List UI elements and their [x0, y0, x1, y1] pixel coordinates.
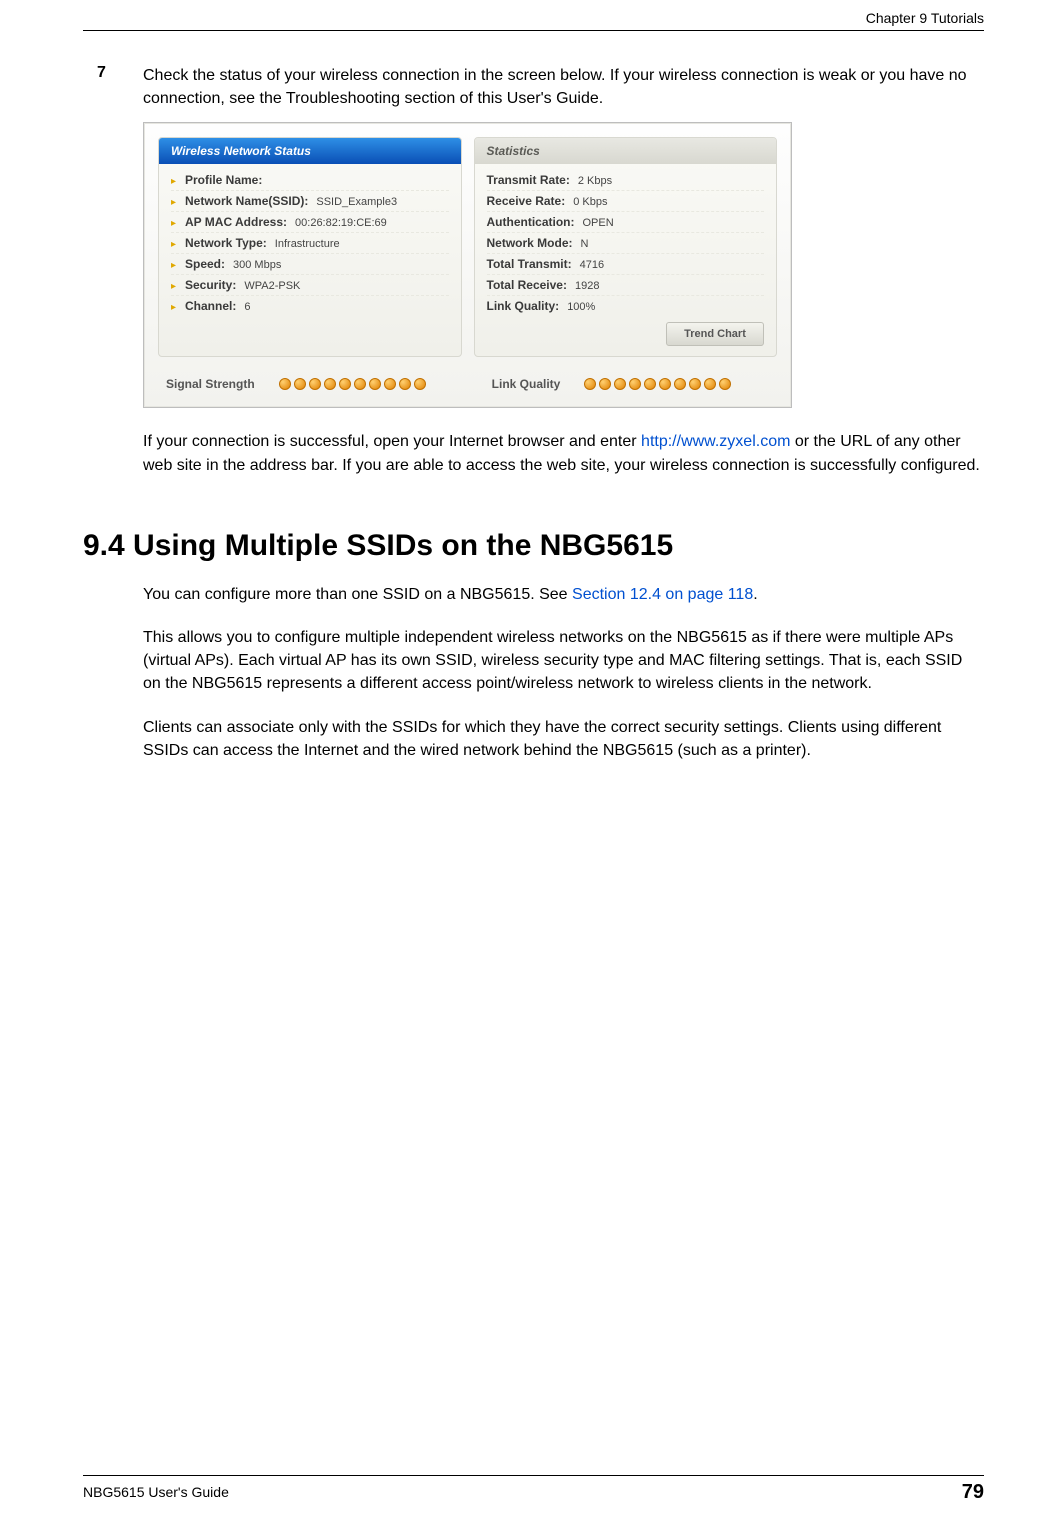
bullet-icon: ▸: [171, 197, 181, 208]
bullet-icon: ▸: [171, 176, 181, 187]
meter-dot-icon: [354, 378, 366, 390]
meter-dot-icon: [369, 378, 381, 390]
row-value: Infrastructure: [275, 238, 340, 250]
row-value: N: [581, 238, 589, 250]
row-label: Security:: [185, 278, 236, 292]
row-value: 00:26:82:19:CE:69: [295, 217, 387, 229]
row-value: 2 Kbps: [578, 175, 612, 187]
row-value: 1928: [575, 280, 599, 292]
row-value: 4716: [580, 259, 604, 271]
row-label: Network Mode:: [487, 236, 573, 250]
statistics-header: Statistics: [475, 138, 777, 164]
p1b: .: [753, 586, 757, 603]
meter-dot-icon: [599, 378, 611, 390]
row-value: OPEN: [583, 217, 614, 229]
link-quality-meter: [584, 378, 731, 390]
meter-dot-icon: [294, 378, 306, 390]
meter-dot-icon: [704, 378, 716, 390]
meter-dot-icon: [324, 378, 336, 390]
meter-dot-icon: [339, 378, 351, 390]
meter-dot-icon: [584, 378, 596, 390]
row-label: Channel:: [185, 299, 236, 313]
header-rule: [83, 30, 984, 31]
stat-row: Link Quality: 100%: [487, 296, 765, 316]
row-label: Speed:: [185, 257, 225, 271]
row-value: WPA2-PSK: [244, 280, 300, 292]
wireless-status-panel: Wireless Network Status ▸ Profile Name: ▸ N…: [158, 137, 462, 357]
after-part1: If your connection is successful, open y…: [143, 433, 641, 450]
footer-guide: NBG5615 User's Guide: [83, 1484, 229, 1500]
row-value: 300 Mbps: [233, 259, 281, 271]
zyxel-link[interactable]: http://www.zyxel.com: [641, 433, 790, 450]
signal-strength-meter: [279, 378, 426, 390]
stat-row: Total Receive: 1928: [487, 275, 765, 296]
section-p1: You can configure more than one SSID on …: [143, 583, 984, 606]
status-row: ▸ Profile Name:: [171, 170, 449, 191]
row-label: Receive Rate:: [487, 194, 566, 208]
meter-dot-icon: [659, 378, 671, 390]
p1a: You can configure more than one SSID on …: [143, 586, 572, 603]
bullet-icon: ▸: [171, 281, 181, 292]
statistics-panel: Statistics Transmit Rate: 2 Kbps Receive R…: [474, 137, 778, 357]
bullet-icon: ▸: [171, 218, 181, 229]
section-9-4-title: 9.4 Using Multiple SSIDs on the NBG5615: [83, 529, 984, 563]
row-label: AP MAC Address:: [185, 215, 287, 229]
status-row: ▸ Security: WPA2-PSK: [171, 275, 449, 296]
wireless-status-screenshot: Wireless Network Status ▸ Profile Name: ▸ N…: [143, 122, 792, 408]
status-row: ▸ Network Name(SSID): SSID_Example3: [171, 191, 449, 212]
row-label: Network Type:: [185, 236, 267, 250]
signal-strength-label: Signal Strength: [166, 377, 255, 391]
row-value: SSID_Example3: [316, 196, 397, 208]
row-label: Profile Name:: [185, 173, 262, 187]
section-p2: This allows you to configure multiple in…: [143, 626, 984, 696]
row-label: Network Name(SSID):: [185, 194, 308, 208]
trend-chart-button[interactable]: Trend Chart: [666, 322, 764, 346]
step-number: 7: [83, 64, 143, 82]
section-p3: Clients can associate only with the SSID…: [143, 716, 984, 762]
meter-dot-icon: [384, 378, 396, 390]
status-row: ▸ Channel: 6: [171, 296, 449, 316]
section-12-4-link[interactable]: Section 12.4 on page 118: [572, 586, 753, 603]
meter-dot-icon: [644, 378, 656, 390]
stat-row: Authentication: OPEN: [487, 212, 765, 233]
row-value: 0 Kbps: [573, 196, 607, 208]
status-row: ▸ Network Type: Infrastructure: [171, 233, 449, 254]
meter-bar: Signal Strength Link Quality: [158, 371, 777, 397]
row-value: 100%: [567, 301, 595, 313]
meter-dot-icon: [689, 378, 701, 390]
row-label: Authentication:: [487, 215, 575, 229]
meter-dot-icon: [309, 378, 321, 390]
meter-dot-icon: [399, 378, 411, 390]
row-label: Transmit Rate:: [487, 173, 570, 187]
row-label: Total Receive:: [487, 278, 567, 292]
row-label: Total Transmit:: [487, 257, 572, 271]
after-paragraph: If your connection is successful, open y…: [143, 430, 984, 476]
status-row: ▸ Speed: 300 Mbps: [171, 254, 449, 275]
step-text: Check the status of your wireless connec…: [143, 64, 984, 110]
step-7: 7 Check the status of your wireless conn…: [83, 64, 984, 110]
meter-dot-icon: [674, 378, 686, 390]
meter-dot-icon: [279, 378, 291, 390]
meter-dot-icon: [629, 378, 641, 390]
bullet-icon: ▸: [171, 239, 181, 250]
stat-row: Total Transmit: 4716: [487, 254, 765, 275]
row-label: Link Quality:: [487, 299, 560, 313]
footer-page: 79: [962, 1481, 984, 1504]
stat-row: Receive Rate: 0 Kbps: [487, 191, 765, 212]
meter-dot-icon: [414, 378, 426, 390]
bullet-icon: ▸: [171, 260, 181, 271]
footer-rule: [83, 1475, 984, 1476]
status-row: ▸ AP MAC Address: 00:26:82:19:CE:69: [171, 212, 449, 233]
stat-row: Network Mode: N: [487, 233, 765, 254]
chapter-label: Chapter 9 Tutorials: [866, 10, 984, 26]
wireless-status-header: Wireless Network Status: [159, 138, 461, 164]
stat-row: Transmit Rate: 2 Kbps: [487, 170, 765, 191]
meter-dot-icon: [719, 378, 731, 390]
row-value: 6: [244, 301, 250, 313]
meter-dot-icon: [614, 378, 626, 390]
link-quality-label: Link Quality: [492, 377, 561, 391]
bullet-icon: ▸: [171, 302, 181, 313]
